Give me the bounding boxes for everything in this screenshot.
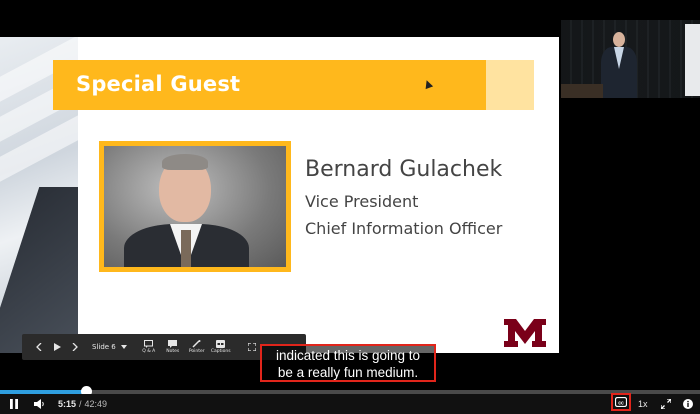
- video-player: Special Guest Bernard Gulachek Vice Pres…: [0, 0, 700, 414]
- pointer-button[interactable]: Pointer: [185, 339, 209, 355]
- slide-title: Special Guest: [76, 72, 241, 96]
- qa-label: Q & A: [142, 348, 156, 354]
- notes-label: Notes: [166, 348, 180, 354]
- slide-selector[interactable]: Slide 6: [92, 343, 127, 351]
- play-slide-button[interactable]: [48, 337, 66, 357]
- speaker-video: [561, 20, 700, 98]
- chevron-down-icon: [120, 345, 127, 349]
- current-time: 5:15: [58, 399, 77, 409]
- chevron-right-icon: [72, 343, 78, 351]
- pointer-label: Pointer: [188, 348, 205, 354]
- qa-button[interactable]: Q & A: [137, 339, 161, 355]
- volume-icon: [33, 399, 44, 409]
- caption-line-1: indicated this is going to: [275, 348, 421, 363]
- volume-button[interactable]: [31, 394, 47, 414]
- closed-captions-icon: cc: [615, 397, 627, 407]
- pointer-icon: [192, 339, 201, 348]
- chevron-left-icon: [36, 343, 42, 351]
- previous-slide-button[interactable]: [30, 337, 48, 357]
- guest-name: Bernard Gulachek: [305, 157, 503, 182]
- captions-icon: [216, 339, 226, 348]
- time-display: 5:15 / 42:49: [58, 394, 107, 414]
- play-icon: [53, 343, 61, 351]
- next-slide-button[interactable]: [66, 337, 84, 357]
- guest-title: Vice President: [305, 192, 419, 211]
- slide-banner-fade: [486, 60, 534, 110]
- closed-captions-button[interactable]: cc: [611, 393, 631, 411]
- pause-button[interactable]: [6, 394, 22, 414]
- caption-overlay: indicated this is going to be a really f…: [260, 344, 436, 382]
- pause-icon: [10, 399, 18, 409]
- fullscreen-button[interactable]: [658, 394, 674, 414]
- notes-icon: [168, 339, 178, 348]
- fullscreen-icon: [661, 399, 671, 409]
- slide-label: Slide 6: [92, 343, 116, 351]
- total-time: 42:49: [84, 399, 108, 409]
- guest-photo: [104, 146, 286, 267]
- playback-speed-button[interactable]: 1x: [638, 394, 648, 414]
- expand-slide-button[interactable]: [243, 337, 261, 357]
- notes-button[interactable]: Notes: [161, 339, 185, 355]
- info-icon: [683, 399, 693, 409]
- caption-line-2: be a really fun medium.: [277, 365, 419, 380]
- university-logo-icon: [504, 319, 546, 347]
- svg-text:cc: cc: [618, 400, 624, 406]
- guest-subtitle: Chief Information Officer: [305, 219, 503, 238]
- captions-label: Captions: [210, 348, 231, 354]
- captions-toolbar-button[interactable]: Captions: [209, 339, 233, 355]
- time-separator: /: [79, 399, 82, 409]
- info-button[interactable]: [680, 394, 696, 414]
- expand-icon: [247, 343, 256, 351]
- qa-icon: [144, 339, 154, 348]
